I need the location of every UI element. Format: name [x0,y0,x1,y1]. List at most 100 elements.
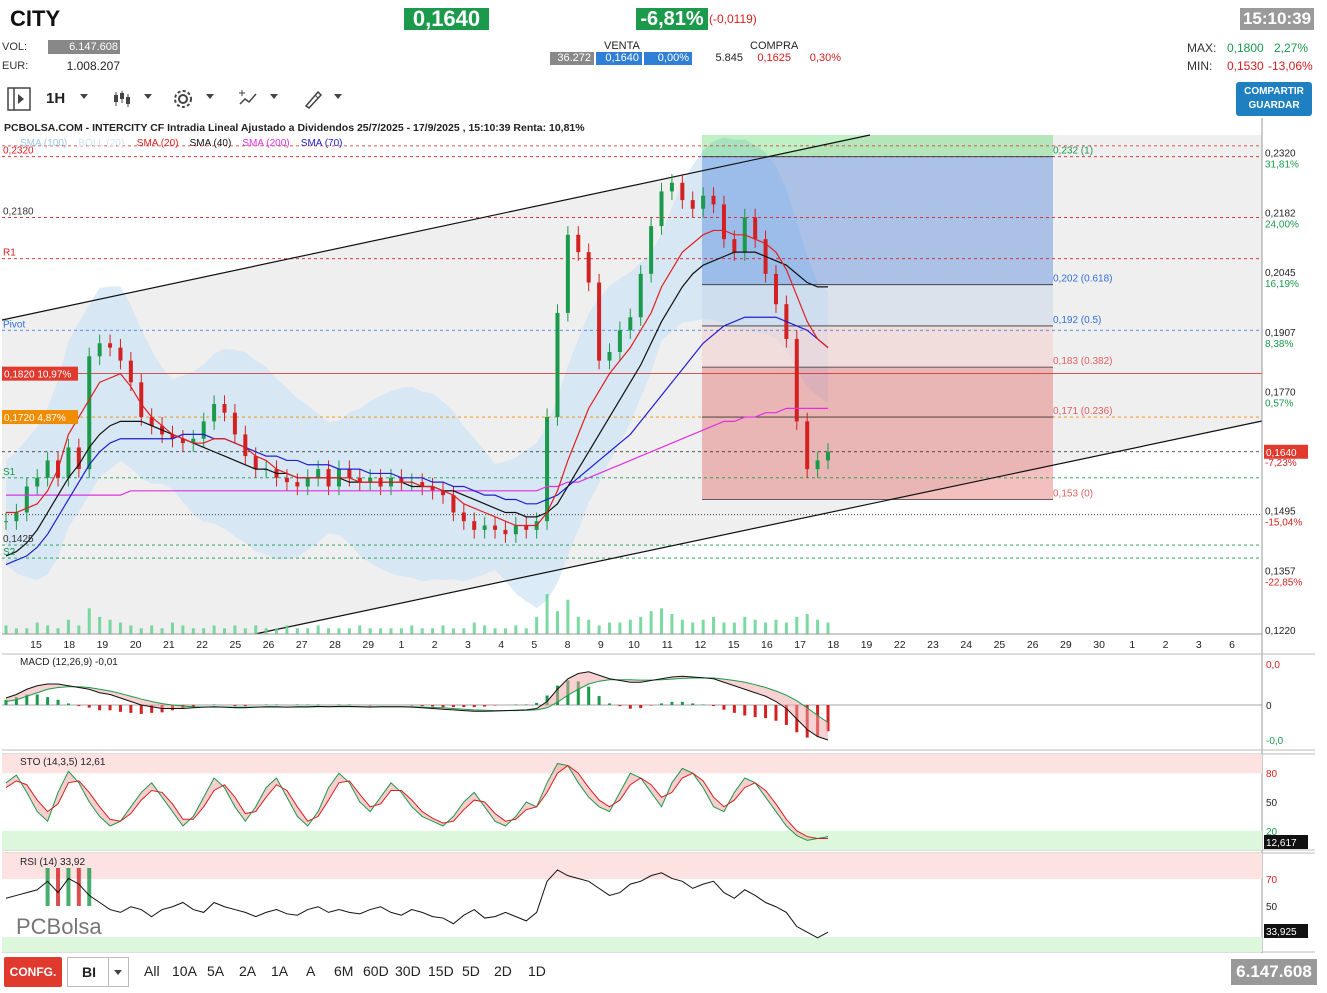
min-label: MIN: [1187,59,1213,73]
candle-body [87,356,92,470]
period-2d[interactable]: 2D [494,963,512,979]
period-1d[interactable]: 1D [528,963,546,979]
panel-toggle-icon[interactable] [6,86,32,112]
macd-histogram-bar [587,686,591,705]
candle-body [732,239,737,253]
config-button[interactable]: CONFG. [4,957,62,987]
macd-histogram-bar [743,705,747,716]
volume-bar [764,622,768,634]
chart-title: PCBOLSA.COM - INTERCITY CF Intradia Line… [4,122,585,134]
y-tick-label: 0,2045 [1265,268,1296,279]
share-save-button[interactable]: COMPARTIR GUARDAR [1236,82,1312,116]
macd-histogram-bar [410,705,414,706]
candle-body [617,330,622,352]
drawing-tools-icon[interactable] [302,88,324,110]
volume-bar [399,628,403,634]
candlestick-icon[interactable] [112,89,132,109]
candle-body [493,525,498,530]
fib-label: 0,202 (0.618) [1053,274,1113,285]
drawing-chevron-down-icon[interactable] [334,94,342,99]
period-6m[interactable]: 6M [334,963,353,979]
interval-selector[interactable]: 1H [46,88,65,110]
macd-histogram-bar [607,703,611,705]
period-5d[interactable]: 5D [462,963,480,979]
period-60d[interactable]: 60D [363,963,389,979]
sto-oversold-zone [2,830,1262,850]
candle-body [794,338,799,422]
period-all[interactable]: All [144,963,160,979]
fib-zone-red [702,367,1053,500]
period-15d[interactable]: 15D [428,963,454,979]
indicators-icon[interactable] [238,88,260,110]
x-tick-label: 6 [1229,639,1235,651]
sto-overbought-zone [2,754,1262,774]
period-1a[interactable]: 1A [271,963,288,979]
volume-bar [275,628,279,634]
interval-chevron-down-icon[interactable] [80,94,88,99]
sto-tick-label: 80 [1266,769,1278,780]
candle-body [253,456,258,470]
gear-icon[interactable] [172,88,194,110]
volume-bar [514,625,518,634]
volume-bar [181,625,185,634]
ticker-symbol: CITY [10,6,61,31]
candle-body [4,521,8,523]
macd-histogram-bar [524,704,528,705]
volume-bar [46,625,50,634]
macd-histogram-bar [649,705,653,706]
x-tick-label: 2 [1163,639,1169,651]
y-pct-label: 0,57% [1265,398,1293,409]
period-a[interactable]: A [306,963,315,979]
x-tick-label: 28 [329,639,341,651]
fib-label: 0,192 (0.5) [1053,315,1101,326]
volume-bar [597,625,601,634]
mode-divider [108,958,109,986]
compra-label: COMPRA [750,40,799,52]
settings-chevron-down-icon[interactable] [206,94,214,99]
candle-body [565,234,570,313]
volume-bar [680,619,684,634]
macd-histogram-bar [98,705,102,711]
x-tick-label: 10 [628,639,640,651]
fib-label: 0,171 (0.236) [1053,406,1113,417]
mode-chevron-down-icon[interactable] [114,970,122,975]
macd-histogram-bar [316,704,320,705]
chart-canvas[interactable]: PCBOLSA.COM - INTERCITY CF Intradia Line… [0,118,1327,953]
eur-value: 1.008.207 [66,59,120,73]
period-10a[interactable]: 10A [172,963,197,979]
max-pct: 2,27% [1274,41,1309,55]
macd-histogram-bar [56,699,60,705]
volume-bar [14,628,18,634]
sto-tick-label: 50 [1266,798,1278,809]
sto-k-line [5,763,829,841]
volume-bar [410,625,414,634]
volume-bar [607,622,611,634]
volume-bar [306,628,310,634]
mode-select[interactable]: BI [67,957,129,987]
macd-histogram-bar [347,704,351,705]
venta-pct: 0,00% [644,52,692,65]
legend-item: SMA (20) [137,138,179,149]
chart-type-chevron-down-icon[interactable] [144,94,152,99]
volume-bar [774,619,778,634]
macd-fill [6,671,828,740]
volume-bar [337,628,341,634]
y-tick-label: 0,1220 [1265,626,1296,637]
period-2a[interactable]: 2A [239,963,256,979]
volume-bar [129,625,133,634]
period-5a[interactable]: 5A [207,963,224,979]
y-tick-label: 0,1770 [1265,387,1296,398]
compra-price: 0,1625 [757,52,791,64]
candle-body [482,525,487,530]
volume-bar [212,625,216,634]
y-tick-label: 0,2182 [1265,209,1296,220]
sto-d-line [5,764,828,839]
macd-histogram-bar [753,705,757,718]
macd-histogram-bar [212,704,216,705]
macd-histogram-bar [87,705,91,708]
macd-histogram-bar [680,701,684,705]
indicators-chevron-down-icon[interactable] [270,94,278,99]
rsi-highlight-bar [66,868,71,906]
macd-histogram-bar [722,705,726,710]
period-30d[interactable]: 30D [395,963,421,979]
